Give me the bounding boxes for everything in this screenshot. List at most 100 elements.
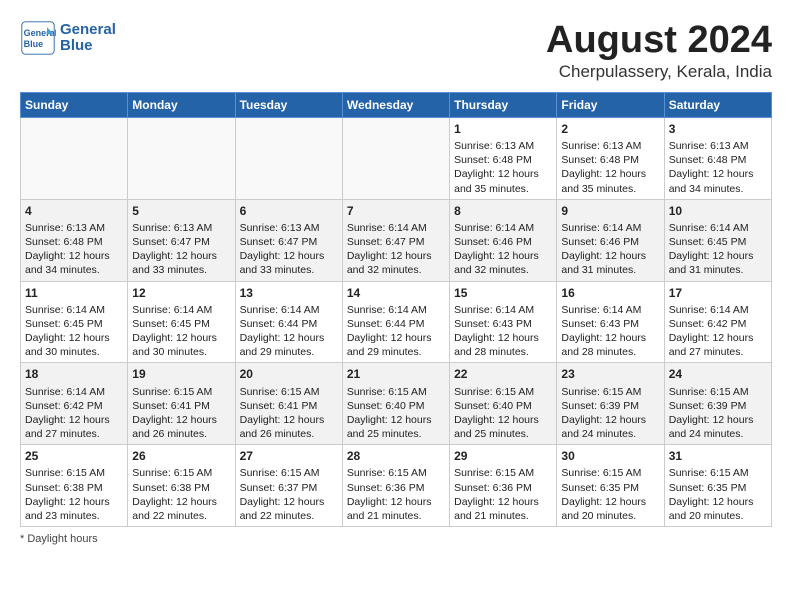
calendar-day-cell: 9 Sunrise: 6:14 AM Sunset: 6:46 PM Daylig… xyxy=(557,199,664,281)
logo: General Blue GeneralBlue xyxy=(20,20,116,56)
day-number: 19 xyxy=(132,366,230,382)
day-number: 2 xyxy=(561,121,659,137)
calendar-day-cell: 28Sunrise: 6:15 AM Sunset: 6:36 PM Dayli… xyxy=(342,445,449,527)
footnote: * Daylight hours xyxy=(20,533,772,545)
calendar-day-cell: 6 Sunrise: 6:13 AM Sunset: 6:47 PM Daylig… xyxy=(235,199,342,281)
day-info: Sunrise: 6:15 AM Sunset: 6:39 PM Dayligh… xyxy=(561,385,659,442)
calendar-empty-cell xyxy=(342,117,449,199)
calendar-day-cell: 26Sunrise: 6:15 AM Sunset: 6:38 PM Dayli… xyxy=(128,445,235,527)
day-number: 6 xyxy=(240,203,338,219)
calendar-day-header: Friday xyxy=(557,92,664,117)
day-info: Sunrise: 6:14 AM Sunset: 6:44 PM Dayligh… xyxy=(240,303,338,360)
day-info: Sunrise: 6:15 AM Sunset: 6:39 PM Dayligh… xyxy=(669,385,767,442)
day-info: Sunrise: 6:15 AM Sunset: 6:37 PM Dayligh… xyxy=(240,466,338,523)
day-number: 1 xyxy=(454,121,552,137)
calendar-day-cell: 19 Sunrise: 6:15 AM Sunset: 6:41 PM Dayli… xyxy=(128,363,235,445)
day-info: Sunrise: 6:13 AM Sunset: 6:48 PM Dayligh… xyxy=(561,139,659,196)
calendar-day-cell: 4 Sunrise: 6:13 AM Sunset: 6:48 PM Daylig… xyxy=(21,199,128,281)
day-number: 20 xyxy=(240,366,338,382)
day-info: Sunrise: 6:13 AM Sunset: 6:48 PM Dayligh… xyxy=(25,221,123,278)
calendar-day-cell: 18 Sunrise: 6:14 AM Sunset: 6:42 PM Dayli… xyxy=(21,363,128,445)
day-number: 12 xyxy=(132,285,230,301)
calendar-week-row: 18 Sunrise: 6:14 AM Sunset: 6:42 PM Dayli… xyxy=(21,363,772,445)
location: Cherpulassery, Kerala, India xyxy=(546,62,772,82)
day-info: Sunrise: 6:14 AM Sunset: 6:46 PM Dayligh… xyxy=(454,221,552,278)
day-info: Sunrise: 6:14 AM Sunset: 6:46 PM Dayligh… xyxy=(561,221,659,278)
day-info: Sunrise: 6:15 AM Sunset: 6:35 PM Dayligh… xyxy=(561,466,659,523)
day-info: Sunrise: 6:14 AM Sunset: 6:43 PM Dayligh… xyxy=(454,303,552,360)
calendar-day-cell: 21Sunrise: 6:15 AM Sunset: 6:40 PM Dayli… xyxy=(342,363,449,445)
day-info: Sunrise: 6:15 AM Sunset: 6:40 PM Dayligh… xyxy=(454,385,552,442)
calendar-week-row: 4 Sunrise: 6:13 AM Sunset: 6:48 PM Daylig… xyxy=(21,199,772,281)
day-info: Sunrise: 6:13 AM Sunset: 6:47 PM Dayligh… xyxy=(240,221,338,278)
day-info: Sunrise: 6:14 AM Sunset: 6:42 PM Dayligh… xyxy=(25,385,123,442)
day-number: 17 xyxy=(669,285,767,301)
day-info: Sunrise: 6:15 AM Sunset: 6:36 PM Dayligh… xyxy=(454,466,552,523)
day-info: Sunrise: 6:15 AM Sunset: 6:38 PM Dayligh… xyxy=(25,466,123,523)
day-number: 25 xyxy=(25,448,123,464)
calendar-day-header: Saturday xyxy=(664,92,771,117)
day-number: 9 xyxy=(561,203,659,219)
calendar-day-cell: 2 Sunrise: 6:13 AM Sunset: 6:48 PM Daylig… xyxy=(557,117,664,199)
page-header: General Blue GeneralBlue August 2024 Che… xyxy=(20,20,772,82)
day-number: 16 xyxy=(561,285,659,301)
day-info: Sunrise: 6:13 AM Sunset: 6:48 PM Dayligh… xyxy=(669,139,767,196)
calendar-week-row: 25 Sunrise: 6:15 AM Sunset: 6:38 PM Dayli… xyxy=(21,445,772,527)
calendar-day-cell: 17Sunrise: 6:14 AM Sunset: 6:42 PM Dayli… xyxy=(664,281,771,363)
calendar-week-row: 1 Sunrise: 6:13 AM Sunset: 6:48 PM Daylig… xyxy=(21,117,772,199)
day-number: 10 xyxy=(669,203,767,219)
calendar-empty-cell xyxy=(235,117,342,199)
calendar-day-cell: 8 Sunrise: 6:14 AM Sunset: 6:46 PM Daylig… xyxy=(450,199,557,281)
day-number: 7 xyxy=(347,203,445,219)
calendar-header-row: SundayMondayTuesdayWednesdayThursdayFrid… xyxy=(21,92,772,117)
day-number: 27 xyxy=(240,448,338,464)
calendar-day-cell: 25 Sunrise: 6:15 AM Sunset: 6:38 PM Dayli… xyxy=(21,445,128,527)
day-info: Sunrise: 6:15 AM Sunset: 6:36 PM Dayligh… xyxy=(347,466,445,523)
month-year: August 2024 xyxy=(546,20,772,62)
calendar-empty-cell xyxy=(21,117,128,199)
day-info: Sunrise: 6:14 AM Sunset: 6:45 PM Dayligh… xyxy=(25,303,123,360)
day-info: Sunrise: 6:15 AM Sunset: 6:41 PM Dayligh… xyxy=(132,385,230,442)
day-number: 3 xyxy=(669,121,767,137)
day-info: Sunrise: 6:13 AM Sunset: 6:47 PM Dayligh… xyxy=(132,221,230,278)
day-info: Sunrise: 6:13 AM Sunset: 6:48 PM Dayligh… xyxy=(454,139,552,196)
day-number: 8 xyxy=(454,203,552,219)
calendar-day-cell: 31Sunrise: 6:15 AM Sunset: 6:35 PM Dayli… xyxy=(664,445,771,527)
day-number: 4 xyxy=(25,203,123,219)
calendar-day-header: Wednesday xyxy=(342,92,449,117)
day-number: 24 xyxy=(669,366,767,382)
svg-text:Blue: Blue xyxy=(24,39,44,49)
calendar-day-cell: 11Sunrise: 6:14 AM Sunset: 6:45 PM Dayli… xyxy=(21,281,128,363)
calendar-day-cell: 30Sunrise: 6:15 AM Sunset: 6:35 PM Dayli… xyxy=(557,445,664,527)
day-info: Sunrise: 6:14 AM Sunset: 6:43 PM Dayligh… xyxy=(561,303,659,360)
calendar-day-header: Tuesday xyxy=(235,92,342,117)
calendar-day-cell: 22 Sunrise: 6:15 AM Sunset: 6:40 PM Dayli… xyxy=(450,363,557,445)
day-number: 21 xyxy=(347,366,445,382)
calendar-day-cell: 20Sunrise: 6:15 AM Sunset: 6:41 PM Dayli… xyxy=(235,363,342,445)
day-number: 31 xyxy=(669,448,767,464)
day-number: 18 xyxy=(25,366,123,382)
calendar-day-cell: 15Sunrise: 6:14 AM Sunset: 6:43 PM Dayli… xyxy=(450,281,557,363)
day-info: Sunrise: 6:14 AM Sunset: 6:44 PM Dayligh… xyxy=(347,303,445,360)
calendar-empty-cell xyxy=(128,117,235,199)
calendar-day-header: Sunday xyxy=(21,92,128,117)
calendar-day-cell: 24 Sunrise: 6:15 AM Sunset: 6:39 PM Dayli… xyxy=(664,363,771,445)
title-block: August 2024 Cherpulassery, Kerala, India xyxy=(546,20,772,82)
calendar-day-cell: 27 Sunrise: 6:15 AM Sunset: 6:37 PM Dayli… xyxy=(235,445,342,527)
calendar-table: SundayMondayTuesdayWednesdayThursdayFrid… xyxy=(20,92,772,527)
calendar-day-cell: 13Sunrise: 6:14 AM Sunset: 6:44 PM Dayli… xyxy=(235,281,342,363)
day-info: Sunrise: 6:14 AM Sunset: 6:45 PM Dayligh… xyxy=(669,221,767,278)
calendar-day-cell: 12Sunrise: 6:14 AM Sunset: 6:45 PM Dayli… xyxy=(128,281,235,363)
day-number: 5 xyxy=(132,203,230,219)
calendar-day-cell: 29Sunrise: 6:15 AM Sunset: 6:36 PM Dayli… xyxy=(450,445,557,527)
day-number: 22 xyxy=(454,366,552,382)
calendar-day-cell: 3 Sunrise: 6:13 AM Sunset: 6:48 PM Daylig… xyxy=(664,117,771,199)
logo-text: GeneralBlue xyxy=(60,22,116,55)
logo-icon: General Blue xyxy=(20,20,56,56)
calendar-day-cell: 5 Sunrise: 6:13 AM Sunset: 6:47 PM Daylig… xyxy=(128,199,235,281)
day-number: 26 xyxy=(132,448,230,464)
day-number: 14 xyxy=(347,285,445,301)
calendar-day-cell: 23Sunrise: 6:15 AM Sunset: 6:39 PM Dayli… xyxy=(557,363,664,445)
calendar-week-row: 11Sunrise: 6:14 AM Sunset: 6:45 PM Dayli… xyxy=(21,281,772,363)
calendar-day-header: Thursday xyxy=(450,92,557,117)
